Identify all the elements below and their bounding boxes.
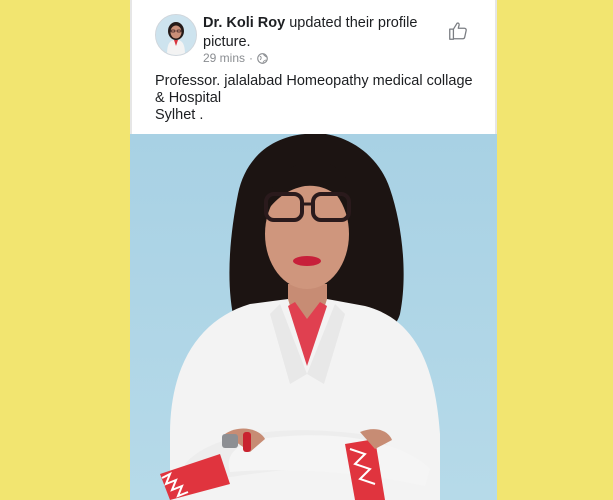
post-text-line: Professor. jalalabad Homeopathy medical … — [155, 73, 473, 89]
post-text-line: Sylhet . — [155, 107, 204, 123]
author-name[interactable]: Dr. Koli Roy — [203, 15, 285, 31]
post-meta: 29 mins · — [203, 51, 268, 65]
profile-photo[interactable] — [130, 134, 497, 500]
avatar[interactable] — [155, 14, 197, 56]
post-header: Dr. Koli Roy updated their profile pictu… — [130, 0, 497, 134]
avatar-image — [156, 15, 196, 55]
post-text-line: & Hospital — [155, 90, 222, 106]
thumbs-up-icon[interactable] — [447, 20, 469, 42]
post-text: Professor. jalalabad Homeopathy medical … — [155, 73, 485, 124]
meta-separator: · — [249, 51, 254, 65]
post-card: Dr. Koli Roy updated their profile pictu… — [130, 0, 497, 500]
post-timestamp[interactable]: 29 mins — [203, 51, 245, 65]
post-headline: Dr. Koli Roy updated their profile pictu… — [203, 14, 448, 52]
globe-icon — [257, 52, 268, 64]
